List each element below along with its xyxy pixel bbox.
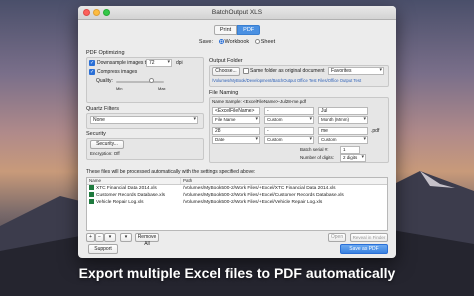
naming-type-6[interactable]: Custom [318, 136, 368, 144]
quality-label: Quality: [96, 78, 113, 84]
file-path: /Volumes/MyBook500-2/Work Files/+Excel/C… [183, 193, 344, 198]
file-path: /Volumes/MyBook500-2/Work Files/+Excel/V… [183, 200, 323, 205]
window-title: BatchOutput XLS [211, 9, 263, 16]
move-menu-button[interactable]: ▾ [120, 233, 132, 242]
naming-field-6[interactable]: me [318, 127, 368, 135]
table-row[interactable]: XTC Financial Data 2014.xls /Volumes/MyB… [87, 185, 387, 192]
file-path: /Volumes/MyBook500-2/Work Files/+Excel/X… [183, 186, 336, 191]
naming-type-5[interactable]: Custom [264, 136, 314, 144]
tab-pdf[interactable]: PDF [237, 25, 261, 35]
workbook-radio[interactable] [218, 39, 224, 45]
col-name-header[interactable]: Name [87, 178, 181, 184]
app-window: BatchOutput XLS Print PDF Save: Workbook… [78, 6, 396, 258]
same-folder-checkbox[interactable] [243, 68, 249, 74]
mode-tabs: Print PDF [78, 25, 396, 35]
naming-type-1[interactable]: File Name [212, 116, 260, 124]
sheet-radio[interactable] [254, 39, 260, 45]
add-file-button[interactable]: + [86, 233, 95, 242]
pdf-optimizing-title: PDF Optimizing [86, 50, 125, 56]
close-button[interactable] [83, 9, 90, 16]
quality-min-label: Min [116, 86, 123, 91]
tab-print[interactable]: Print [213, 25, 238, 35]
files-caption: These files will be processed automatica… [86, 169, 256, 175]
dpi-select[interactable]: 72 [146, 59, 172, 67]
digits-select[interactable]: 2 digits [340, 154, 366, 162]
output-folder-title: Output Folder [209, 58, 243, 64]
naming-field-2[interactable]: - [264, 107, 314, 115]
naming-type-2[interactable]: Custom [264, 116, 314, 124]
col-path-header[interactable]: Path [181, 178, 387, 184]
naming-type-3[interactable]: Month (Mmm) [318, 116, 368, 124]
naming-field-5[interactable]: - [264, 127, 314, 135]
quartz-filters-title: Quartz Filters [86, 106, 120, 112]
naming-field-1[interactable]: <ExcelFileName> [212, 107, 260, 115]
files-table: Name Path XTC Financial Data 2014.xls /V… [86, 177, 388, 231]
extension-label: .pdf [371, 128, 380, 134]
save-label: Save: [198, 39, 213, 45]
compress-label: Compress images [97, 69, 138, 75]
naming-field-3[interactable]: Jul [318, 107, 368, 115]
excel-file-icon [89, 199, 94, 205]
file-name: XTC Financial Data 2014.xls [96, 186, 157, 191]
naming-type-4[interactable]: Date [212, 136, 260, 144]
security-button[interactable]: Security... [90, 140, 124, 149]
open-button[interactable]: Open [328, 233, 346, 242]
batch-serial-label: Batch serial #: [300, 147, 329, 152]
quality-slider[interactable] [116, 81, 164, 83]
zoom-button[interactable] [103, 9, 110, 16]
promo-caption: Export multiple Excel files to PDF autom… [78, 265, 396, 281]
favorites-select[interactable]: Favorites [328, 67, 384, 75]
choose-folder-button[interactable]: Choose... [212, 67, 240, 76]
batch-serial-field[interactable]: 1 [340, 146, 360, 154]
dpi-unit: dpi [176, 60, 183, 66]
quartz-filter-select[interactable]: None [90, 116, 198, 124]
encryption-status: Encryption: Off [90, 151, 120, 156]
security-title: Security [86, 131, 106, 137]
support-button[interactable]: Support [88, 244, 118, 254]
sheet-label: Sheet [260, 39, 276, 45]
save-options: Save: Workbook Sheet [78, 39, 396, 45]
downsample-label: Downsample images to [97, 60, 149, 66]
excel-file-icon [89, 192, 94, 198]
files-table-header: Name Path [87, 178, 387, 185]
minimize-button[interactable] [93, 9, 100, 16]
save-as-pdf-button[interactable]: Save as PDF [340, 244, 388, 254]
reveal-in-finder-button[interactable]: Reveal in Finder [350, 233, 388, 242]
quality-slider-knob[interactable] [149, 78, 154, 83]
excel-file-icon [89, 185, 94, 191]
output-path[interactable]: /Volumes/MyBook/Development/BatchOutput … [212, 78, 361, 83]
quality-max-label: Max [158, 86, 166, 91]
file-name: Customer Records Database.xls [96, 193, 166, 198]
title-bar: BatchOutput XLS [78, 6, 396, 20]
remove-all-button[interactable]: Remove All [135, 233, 159, 247]
table-row[interactable]: Vehicle Repair Log.xls /Volumes/MyBook50… [87, 199, 387, 206]
naming-field-4[interactable]: 28 [212, 127, 260, 135]
file-name: Vehicle Repair Log.xls [96, 200, 144, 205]
compress-checkbox[interactable] [89, 69, 95, 75]
file-naming-title: File Naming [209, 90, 239, 96]
name-sample: Name Sample: <ExcelFileName>-Jul28-me.pd… [212, 99, 307, 104]
downsample-checkbox[interactable] [89, 60, 95, 66]
remove-file-button[interactable]: − [95, 233, 104, 242]
workbook-label: Workbook [224, 39, 250, 45]
same-folder-label: Same folder as original document [250, 68, 325, 74]
table-row[interactable]: Customer Records Database.xls /Volumes/M… [87, 192, 387, 199]
add-menu-button[interactable]: ▾ [104, 233, 116, 242]
digits-label: Number of digits: [300, 155, 335, 160]
